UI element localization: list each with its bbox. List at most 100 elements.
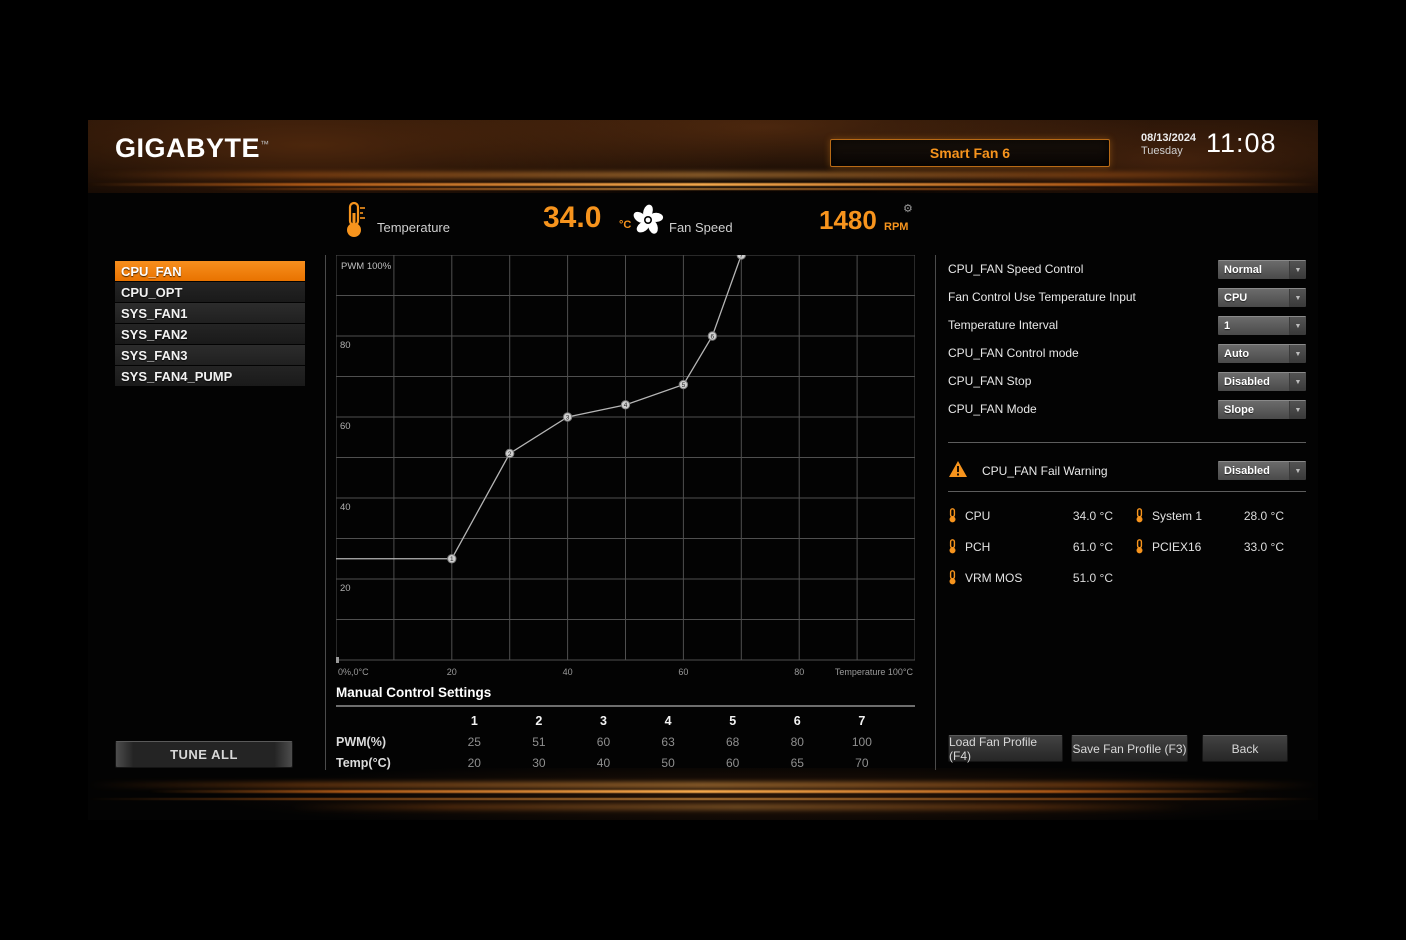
pwm-value-3: 60 [571, 735, 636, 749]
sensor-name: PCH [965, 540, 1073, 554]
fan-item-cpu-fan[interactable]: CPU_FAN [115, 261, 305, 281]
save-fan-profile-button[interactable]: Save Fan Profile (F3) [1071, 735, 1188, 762]
manual-settings-title: Manual Control Settings [336, 685, 915, 707]
gear-icon[interactable]: ⚙ [903, 202, 913, 215]
load-fan-profile-button[interactable]: Load Fan Profile (F4) [948, 735, 1063, 762]
svg-text:4: 4 [624, 402, 628, 409]
date-text: 08/13/2024 [1141, 132, 1196, 145]
dropdown-value: 1 [1218, 320, 1289, 332]
dropdown-value: Auto [1218, 348, 1289, 360]
svg-text:PWM 100%: PWM 100% [341, 261, 392, 272]
sensor-system1: System 1 28.0 °C [1135, 500, 1306, 531]
sensor-cpu: CPU 34.0 °C [948, 500, 1135, 531]
time-text: 11:08 [1206, 128, 1277, 159]
temperature-label: Temperature [377, 220, 450, 235]
warning-icon [948, 460, 968, 478]
divider-fail-warning-top [948, 442, 1306, 443]
sensor-value: 33.0 °C [1244, 540, 1284, 554]
sensor-name: PCIEX16 [1152, 540, 1244, 554]
sensor-value: 34.0 °C [1073, 509, 1113, 523]
dropdown-control-mode[interactable]: Auto ▼ [1218, 344, 1306, 363]
dropdown-fan-stop[interactable]: Disabled ▼ [1218, 372, 1306, 391]
col-header-6: 6 [765, 714, 830, 728]
pwm-value-4: 63 [636, 735, 701, 749]
divider-right [935, 255, 936, 770]
sensor-pciex16: PCIEX16 33.0 °C [1135, 531, 1306, 562]
fan-item-cpu-opt[interactable]: CPU_OPT [115, 282, 305, 302]
thermometer-icon [1135, 508, 1144, 523]
col-header-1: 1 [442, 714, 507, 728]
divider-fail-warning-bottom [948, 491, 1306, 492]
pwm-value-7: 100 [830, 735, 895, 749]
svg-text:40: 40 [340, 502, 351, 513]
fan-speed-value: 1480 [819, 205, 877, 236]
sensor-value: 28.0 °C [1244, 509, 1284, 523]
sensor-name: CPU [965, 509, 1073, 523]
tune-all-button[interactable]: TUNE ALL [115, 741, 293, 768]
manual-settings-table: 1 2 3 4 5 6 7 PWM(%) 25 51 60 63 68 80 1… [336, 710, 894, 773]
svg-text:3: 3 [566, 414, 570, 421]
smart-fan-window: GIGABYTE™ Smart Fan 6 08/13/2024 Tuesday… [88, 120, 1318, 820]
col-header-5: 5 [700, 714, 765, 728]
col-header-7: 7 [830, 714, 895, 728]
fan-speed-label: Fan Speed [669, 220, 733, 235]
gigabyte-logo: GIGABYTE™ [115, 133, 270, 164]
sensor-vrm-mos: VRM MOS 51.0 °C [948, 562, 1135, 593]
fan-curve-chart[interactable]: PWM 100%8060402012345670%,0°C20406080Tem… [336, 255, 915, 685]
fan-speed-unit: RPM [884, 221, 908, 233]
sensor-name: VRM MOS [965, 571, 1073, 585]
svg-text:Temperature 100°C: Temperature 100°C [835, 667, 914, 677]
datetime-block: 08/13/2024 Tuesday [1141, 132, 1196, 158]
svg-text:2: 2 [508, 451, 512, 458]
fail-warning-label: CPU_FAN Fail Warning [982, 462, 1108, 481]
thermometer-icon [948, 508, 957, 523]
svg-text:1: 1 [450, 556, 454, 563]
back-button[interactable]: Back [1202, 735, 1288, 762]
svg-text:20: 20 [340, 583, 351, 594]
setting-label-temp-interval: Temperature Interval [948, 316, 1058, 335]
chevron-down-icon: ▼ [1289, 317, 1306, 335]
fan-item-sys-fan2[interactable]: SYS_FAN2 [115, 324, 305, 344]
smart-fan-6-tab[interactable]: Smart Fan 6 [830, 139, 1110, 167]
page-title: Smart Fan 6 [930, 145, 1010, 161]
setting-label-fan-stop: CPU_FAN Stop [948, 372, 1031, 391]
dropdown-value: Disabled [1218, 376, 1289, 388]
setting-label-temp-input: Fan Control Use Temperature Input [948, 288, 1136, 307]
svg-text:60: 60 [678, 667, 688, 677]
dropdown-value: Disabled [1218, 465, 1289, 477]
svg-text:80: 80 [794, 667, 804, 677]
svg-text:0%,0°C: 0%,0°C [338, 667, 369, 677]
footer-glow-band [88, 768, 1318, 820]
svg-text:60: 60 [340, 421, 351, 432]
dropdown-value: CPU [1218, 292, 1289, 304]
pwm-value-2: 51 [507, 735, 572, 749]
chevron-down-icon: ▼ [1289, 401, 1306, 419]
fan-icon [631, 203, 665, 237]
pwm-value-5: 68 [700, 735, 765, 749]
divider-left [325, 255, 326, 770]
dropdown-value: Normal [1218, 264, 1289, 276]
dropdown-fail-warning[interactable]: Disabled ▼ [1218, 461, 1306, 480]
sensor-value: 61.0 °C [1073, 540, 1113, 554]
thermometer-icon [343, 201, 367, 239]
col-header-3: 3 [571, 714, 636, 728]
sensor-pch: PCH 61.0 °C [948, 531, 1135, 562]
dropdown-speed-control[interactable]: Normal ▼ [1218, 260, 1306, 279]
temperature-value: 34.0 [543, 201, 601, 235]
fan-item-sys-fan4-pump[interactable]: SYS_FAN4_PUMP [115, 366, 305, 386]
svg-text:80: 80 [340, 340, 351, 351]
svg-text:6: 6 [711, 333, 715, 340]
fan-item-sys-fan1[interactable]: SYS_FAN1 [115, 303, 305, 323]
dropdown-fan-mode[interactable]: Slope ▼ [1218, 400, 1306, 419]
day-text: Tuesday [1141, 145, 1196, 158]
sensor-value: 51.0 °C [1073, 571, 1113, 585]
dropdown-temp-input[interactable]: CPU ▼ [1218, 288, 1306, 307]
dropdown-temp-interval[interactable]: 1 ▼ [1218, 316, 1306, 335]
fan-item-sys-fan3[interactable]: SYS_FAN3 [115, 345, 305, 365]
svg-text:40: 40 [563, 667, 573, 677]
setting-label-control-mode: CPU_FAN Control mode [948, 344, 1079, 363]
svg-text:7: 7 [739, 255, 743, 259]
svg-text:20: 20 [447, 667, 457, 677]
thermometer-icon [948, 539, 957, 554]
chevron-down-icon: ▼ [1289, 345, 1306, 363]
